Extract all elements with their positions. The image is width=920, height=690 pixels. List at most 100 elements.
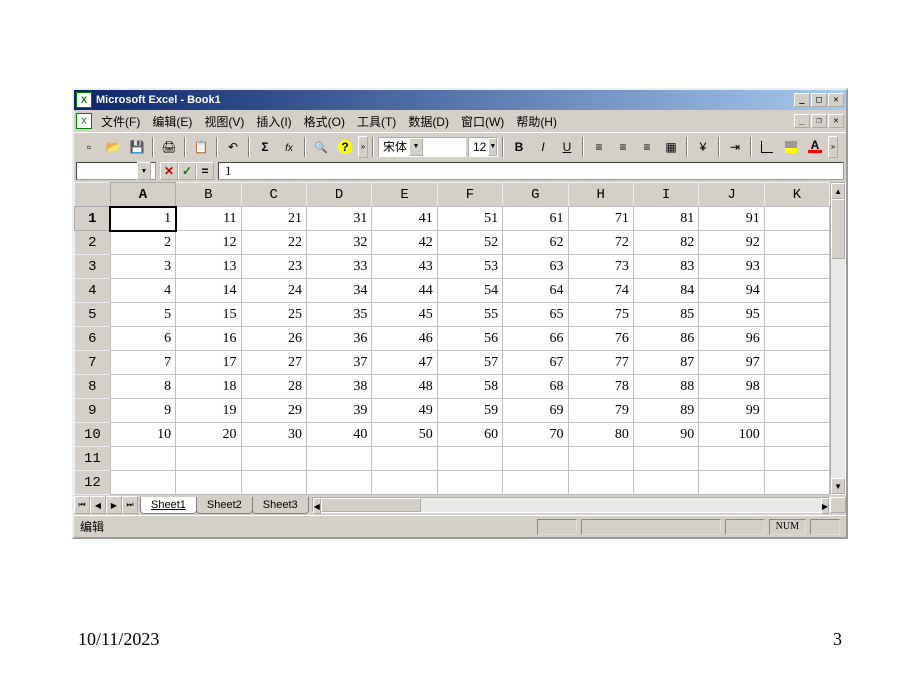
column-header-B[interactable]: B (176, 183, 241, 207)
scroll-up-button[interactable]: ▲ (831, 183, 845, 199)
cell-H11[interactable] (568, 447, 633, 471)
cell-J9[interactable]: 99 (699, 399, 764, 423)
cell-J10[interactable]: 100 (699, 423, 764, 447)
tab-prev-button[interactable]: ◀ (90, 496, 106, 514)
cell-K4[interactable] (764, 279, 829, 303)
sheet-tab-sheet2[interactable]: Sheet2 (196, 497, 253, 514)
cell-H1[interactable]: 71 (568, 207, 633, 231)
cell-I5[interactable]: 85 (633, 303, 698, 327)
cell-A5[interactable]: 5 (110, 303, 175, 327)
column-header-E[interactable]: E (372, 183, 437, 207)
cell-E10[interactable]: 50 (372, 423, 437, 447)
cell-E12[interactable] (372, 471, 437, 495)
cell-C5[interactable]: 25 (241, 303, 306, 327)
cell-G6[interactable]: 66 (503, 327, 568, 351)
formula-input[interactable]: 1 (218, 162, 844, 180)
cell-G12[interactable] (503, 471, 568, 495)
cell-F11[interactable] (437, 447, 502, 471)
cell-E1[interactable]: 41 (372, 207, 437, 231)
cell-I7[interactable]: 87 (633, 351, 698, 375)
menu-file[interactable]: 文件(F) (96, 111, 145, 132)
font-name-select[interactable]: 宋体 ▼ (378, 137, 466, 157)
cell-C7[interactable]: 27 (241, 351, 306, 375)
cell-F2[interactable]: 52 (437, 231, 502, 255)
cell-I4[interactable]: 84 (633, 279, 698, 303)
cell-F10[interactable]: 60 (437, 423, 502, 447)
font-size-select[interactable]: 12 ▼ (468, 137, 498, 157)
cell-B2[interactable]: 12 (176, 231, 241, 255)
sum-button[interactable] (254, 136, 276, 158)
align-center-button[interactable]: ≡ (612, 136, 634, 158)
cell-A3[interactable]: 3 (110, 255, 175, 279)
cell-J5[interactable]: 95 (699, 303, 764, 327)
row-header-8[interactable]: 8 (75, 375, 111, 399)
cell-I2[interactable]: 82 (633, 231, 698, 255)
cell-G9[interactable]: 69 (503, 399, 568, 423)
cell-G8[interactable]: 68 (503, 375, 568, 399)
cell-F9[interactable]: 59 (437, 399, 502, 423)
cell-C2[interactable]: 22 (241, 231, 306, 255)
paste-button[interactable] (190, 136, 212, 158)
cell-F3[interactable]: 53 (437, 255, 502, 279)
cell-K6[interactable] (764, 327, 829, 351)
cell-D9[interactable]: 39 (306, 399, 371, 423)
column-header-C[interactable]: C (241, 183, 306, 207)
cell-B6[interactable]: 16 (176, 327, 241, 351)
maximize-button[interactable]: □ (811, 93, 827, 107)
cell-B9[interactable]: 19 (176, 399, 241, 423)
new-button[interactable] (78, 136, 100, 158)
vertical-scrollbar[interactable]: ▲ ▼ (830, 182, 846, 495)
cell-E8[interactable]: 48 (372, 375, 437, 399)
cell-B3[interactable]: 13 (176, 255, 241, 279)
open-button[interactable] (102, 136, 124, 158)
cell-H3[interactable]: 73 (568, 255, 633, 279)
column-header-G[interactable]: G (503, 183, 568, 207)
tab-first-button[interactable]: ⏮ (74, 496, 90, 514)
cell-I9[interactable]: 89 (633, 399, 698, 423)
cell-A12[interactable] (110, 471, 175, 495)
merge-button[interactable] (660, 136, 682, 158)
underline-button[interactable]: U (556, 136, 578, 158)
currency-button[interactable] (692, 136, 714, 158)
cell-I8[interactable]: 88 (633, 375, 698, 399)
cell-F1[interactable]: 51 (437, 207, 502, 231)
cell-F5[interactable]: 55 (437, 303, 502, 327)
menu-tools[interactable]: 工具(T) (352, 111, 401, 132)
cell-I12[interactable] (633, 471, 698, 495)
horizontal-scrollbar[interactable]: ◀ ▶ (312, 497, 830, 513)
cell-K9[interactable] (764, 399, 829, 423)
cell-K2[interactable] (764, 231, 829, 255)
row-header-10[interactable]: 10 (75, 423, 111, 447)
tab-next-button[interactable]: ▶ (106, 496, 122, 514)
print-button[interactable] (158, 136, 180, 158)
column-header-F[interactable]: F (437, 183, 502, 207)
cell-C4[interactable]: 24 (241, 279, 306, 303)
cell-I11[interactable] (633, 447, 698, 471)
column-header-J[interactable]: J (699, 183, 764, 207)
cell-D8[interactable]: 38 (306, 375, 371, 399)
doc-restore-button[interactable]: ❐ (811, 114, 827, 128)
cell-E9[interactable]: 49 (372, 399, 437, 423)
cell-A11[interactable] (110, 447, 175, 471)
cell-J2[interactable]: 92 (699, 231, 764, 255)
cell-B1[interactable]: 11 (176, 207, 241, 231)
row-header-7[interactable]: 7 (75, 351, 111, 375)
cell-C12[interactable] (241, 471, 306, 495)
column-header-H[interactable]: H (568, 183, 633, 207)
cell-F6[interactable]: 56 (437, 327, 502, 351)
cell-A7[interactable]: 7 (110, 351, 175, 375)
sheet-tab-sheet3[interactable]: Sheet3 (252, 497, 309, 514)
cell-C10[interactable]: 30 (241, 423, 306, 447)
cell-A1[interactable]: 1 (110, 207, 175, 231)
font-color-button[interactable] (804, 136, 826, 158)
cell-C6[interactable]: 26 (241, 327, 306, 351)
cell-J12[interactable] (699, 471, 764, 495)
row-header-1[interactable]: 1 (75, 207, 111, 231)
scroll-down-button[interactable]: ▼ (831, 478, 845, 494)
scroll-left-button[interactable]: ◀ (313, 498, 321, 514)
cell-H7[interactable]: 77 (568, 351, 633, 375)
menu-insert[interactable]: 插入(I) (251, 111, 296, 132)
cell-C3[interactable]: 23 (241, 255, 306, 279)
document-icon[interactable]: X (76, 113, 92, 129)
align-left-button[interactable]: ≡ (588, 136, 610, 158)
